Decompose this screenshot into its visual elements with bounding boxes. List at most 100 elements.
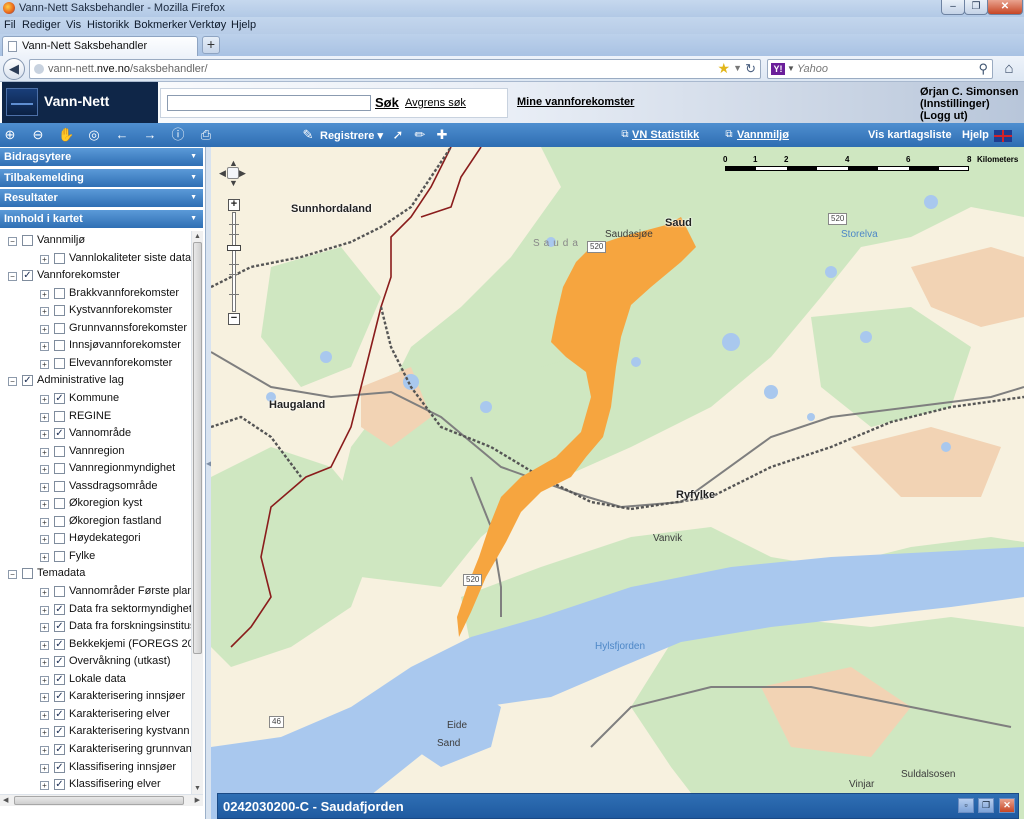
layer-checkbox[interactable] — [54, 515, 65, 527]
expand-icon[interactable]: + — [40, 728, 49, 738]
expand-icon[interactable]: + — [40, 465, 49, 475]
layer-checkbox[interactable]: ✓ — [54, 603, 65, 615]
pan-right-icon[interactable]: ▶ — [239, 168, 246, 179]
zoom-track[interactable] — [232, 212, 236, 312]
new-tab-button[interactable]: + — [202, 36, 220, 54]
zoom-in-icon[interactable]: ⊕ — [2, 127, 18, 143]
logout-link[interactable]: (Logg ut) — [920, 110, 1018, 122]
panel-bidragsytere[interactable]: Bidragsytere ▼ — [0, 148, 203, 167]
layer-checkbox[interactable]: ✓ — [54, 392, 65, 404]
layer-checkbox[interactable]: ✓ — [54, 726, 65, 738]
edit-pencil-icon[interactable]: ✏ — [412, 127, 428, 143]
expand-icon[interactable]: + — [40, 552, 49, 562]
pan-down-icon[interactable]: ▼ — [229, 178, 238, 188]
zoom-out-icon[interactable]: ⊖ — [30, 127, 46, 143]
expand-icon[interactable]: + — [40, 342, 49, 352]
expand-icon[interactable]: + — [40, 394, 49, 404]
info-minimize-button[interactable]: ▫ — [958, 798, 974, 813]
layer-checkbox[interactable] — [54, 357, 65, 369]
expand-icon[interactable]: + — [40, 588, 49, 597]
expand-icon[interactable]: + — [40, 500, 49, 510]
print-icon[interactable]: ⎙ — [198, 127, 214, 143]
map-view[interactable]: ▲ ▼ ◀ ▶ + − 0 1 2 4 6 8 Kilometers Sunnh… — [211, 147, 1024, 819]
info-close-button[interactable]: ✕ — [999, 798, 1015, 813]
expand-icon[interactable]: + — [40, 693, 49, 703]
menu-verktoy[interactable]: Verktøy — [189, 19, 226, 31]
menu-bokmerker[interactable]: Bokmerker — [134, 19, 187, 31]
vn-statistikk-link[interactable]: VN Statistikk — [632, 129, 699, 141]
expand-icon[interactable]: + — [40, 763, 49, 773]
layer-tree-horizontal-scrollbar[interactable]: ◀ ▶ — [0, 794, 203, 806]
search-engine-dropdown-icon[interactable]: ▼ — [787, 64, 795, 73]
expand-icon[interactable]: + — [40, 307, 49, 317]
expand-icon[interactable]: + — [40, 535, 49, 545]
pan-up-icon[interactable]: ▲ — [229, 158, 238, 168]
layer-checkbox[interactable] — [54, 305, 65, 317]
vannmiljo-link[interactable]: Vannmiljø — [737, 129, 789, 141]
layer-checkbox[interactable] — [54, 498, 65, 510]
menu-fil[interactable]: Fil — [4, 19, 16, 31]
map-canvas[interactable] — [211, 147, 1024, 819]
registrere-menu[interactable]: Registrere ▾ — [320, 129, 383, 142]
menu-rediger[interactable]: Rediger — [22, 19, 61, 31]
layer-checkbox[interactable] — [54, 322, 65, 334]
layer-checkbox[interactable]: ✓ — [54, 779, 65, 791]
layer-checkbox[interactable] — [54, 410, 65, 422]
home-icon[interactable]: ⌂ — [1000, 60, 1018, 78]
expand-icon[interactable]: + — [40, 517, 49, 527]
select-tool-icon[interactable]: ➚ — [390, 127, 406, 143]
app-search-input[interactable] — [167, 95, 371, 111]
back-button[interactable]: ◀ — [3, 58, 25, 80]
help-button[interactable]: Hjelp — [962, 129, 989, 141]
tab-vann-nett[interactable]: Vann-Nett Saksbehandler — [2, 36, 198, 56]
scroll-left-icon[interactable]: ◀ — [3, 796, 8, 804]
close-window-button[interactable]: ✕ — [987, 0, 1023, 15]
search-button[interactable]: Søk — [375, 95, 399, 110]
previous-extent-icon[interactable]: ← — [114, 127, 130, 143]
layer-checkbox[interactable] — [54, 463, 65, 475]
zoom-extent-icon[interactable]: ◎ — [86, 127, 102, 143]
layer-checkbox[interactable]: ✓ — [54, 428, 65, 440]
bookmark-star-icon[interactable]: ★ — [717, 60, 730, 77]
layer-checkbox[interactable]: ✓ — [54, 638, 65, 650]
scrollbar-thumb[interactable] — [14, 796, 184, 805]
expand-icon[interactable]: + — [40, 412, 49, 422]
menu-hjelp[interactable]: Hjelp — [231, 19, 256, 31]
layer-checkbox[interactable]: ✓ — [54, 708, 65, 720]
expand-icon[interactable]: + — [40, 324, 49, 334]
pan-hand-icon[interactable]: ✋ — [58, 127, 74, 143]
layer-checkbox[interactable]: ✓ — [54, 691, 65, 703]
expand-icon[interactable]: + — [40, 430, 49, 440]
expand-icon[interactable]: + — [40, 482, 49, 492]
layer-checkbox[interactable] — [22, 235, 33, 246]
layer-checkbox[interactable]: ✓ — [22, 270, 33, 282]
maximize-button[interactable]: ❐ — [964, 0, 988, 15]
info-icon[interactable]: ⓘ — [170, 127, 186, 143]
layer-checkbox[interactable]: ✓ — [54, 621, 65, 633]
expand-icon[interactable]: + — [40, 605, 49, 615]
layer-checkbox[interactable] — [54, 445, 65, 457]
browser-search-box[interactable]: Y! ▼ Yahoo ⚲ — [767, 59, 993, 79]
expand-icon[interactable]: + — [40, 658, 49, 668]
minimize-button[interactable]: ‒ — [941, 0, 965, 15]
expand-icon[interactable]: + — [40, 447, 49, 457]
layer-checkbox[interactable] — [22, 568, 33, 580]
reload-icon[interactable]: ↻ — [745, 61, 756, 77]
expand-icon[interactable]: + — [40, 254, 49, 264]
pan-left-icon[interactable]: ◀ — [219, 168, 226, 179]
expand-icon[interactable]: + — [40, 781, 49, 791]
my-waterbodies-link[interactable]: Mine vannforekomster — [517, 96, 634, 108]
layer-checkbox[interactable]: ✓ — [54, 743, 65, 755]
layer-checkbox[interactable]: ✓ — [54, 673, 65, 685]
expand-icon[interactable]: + — [40, 675, 49, 685]
layer-tree-vertical-scrollbar[interactable]: ▲ ▼ — [191, 231, 203, 794]
english-flag-icon[interactable] — [994, 130, 1012, 142]
scroll-up-icon[interactable]: ▲ — [194, 233, 201, 240]
collapse-icon[interactable]: − — [8, 377, 17, 387]
expand-icon[interactable]: + — [40, 359, 49, 369]
layer-checkbox[interactable] — [54, 550, 65, 562]
add-feature-icon[interactable]: ✚ — [434, 127, 450, 143]
expand-icon[interactable]: + — [40, 710, 49, 720]
refine-search-link[interactable]: Avgrens søk — [405, 97, 466, 109]
panel-resultater[interactable]: Resultater ▼ — [0, 189, 203, 208]
